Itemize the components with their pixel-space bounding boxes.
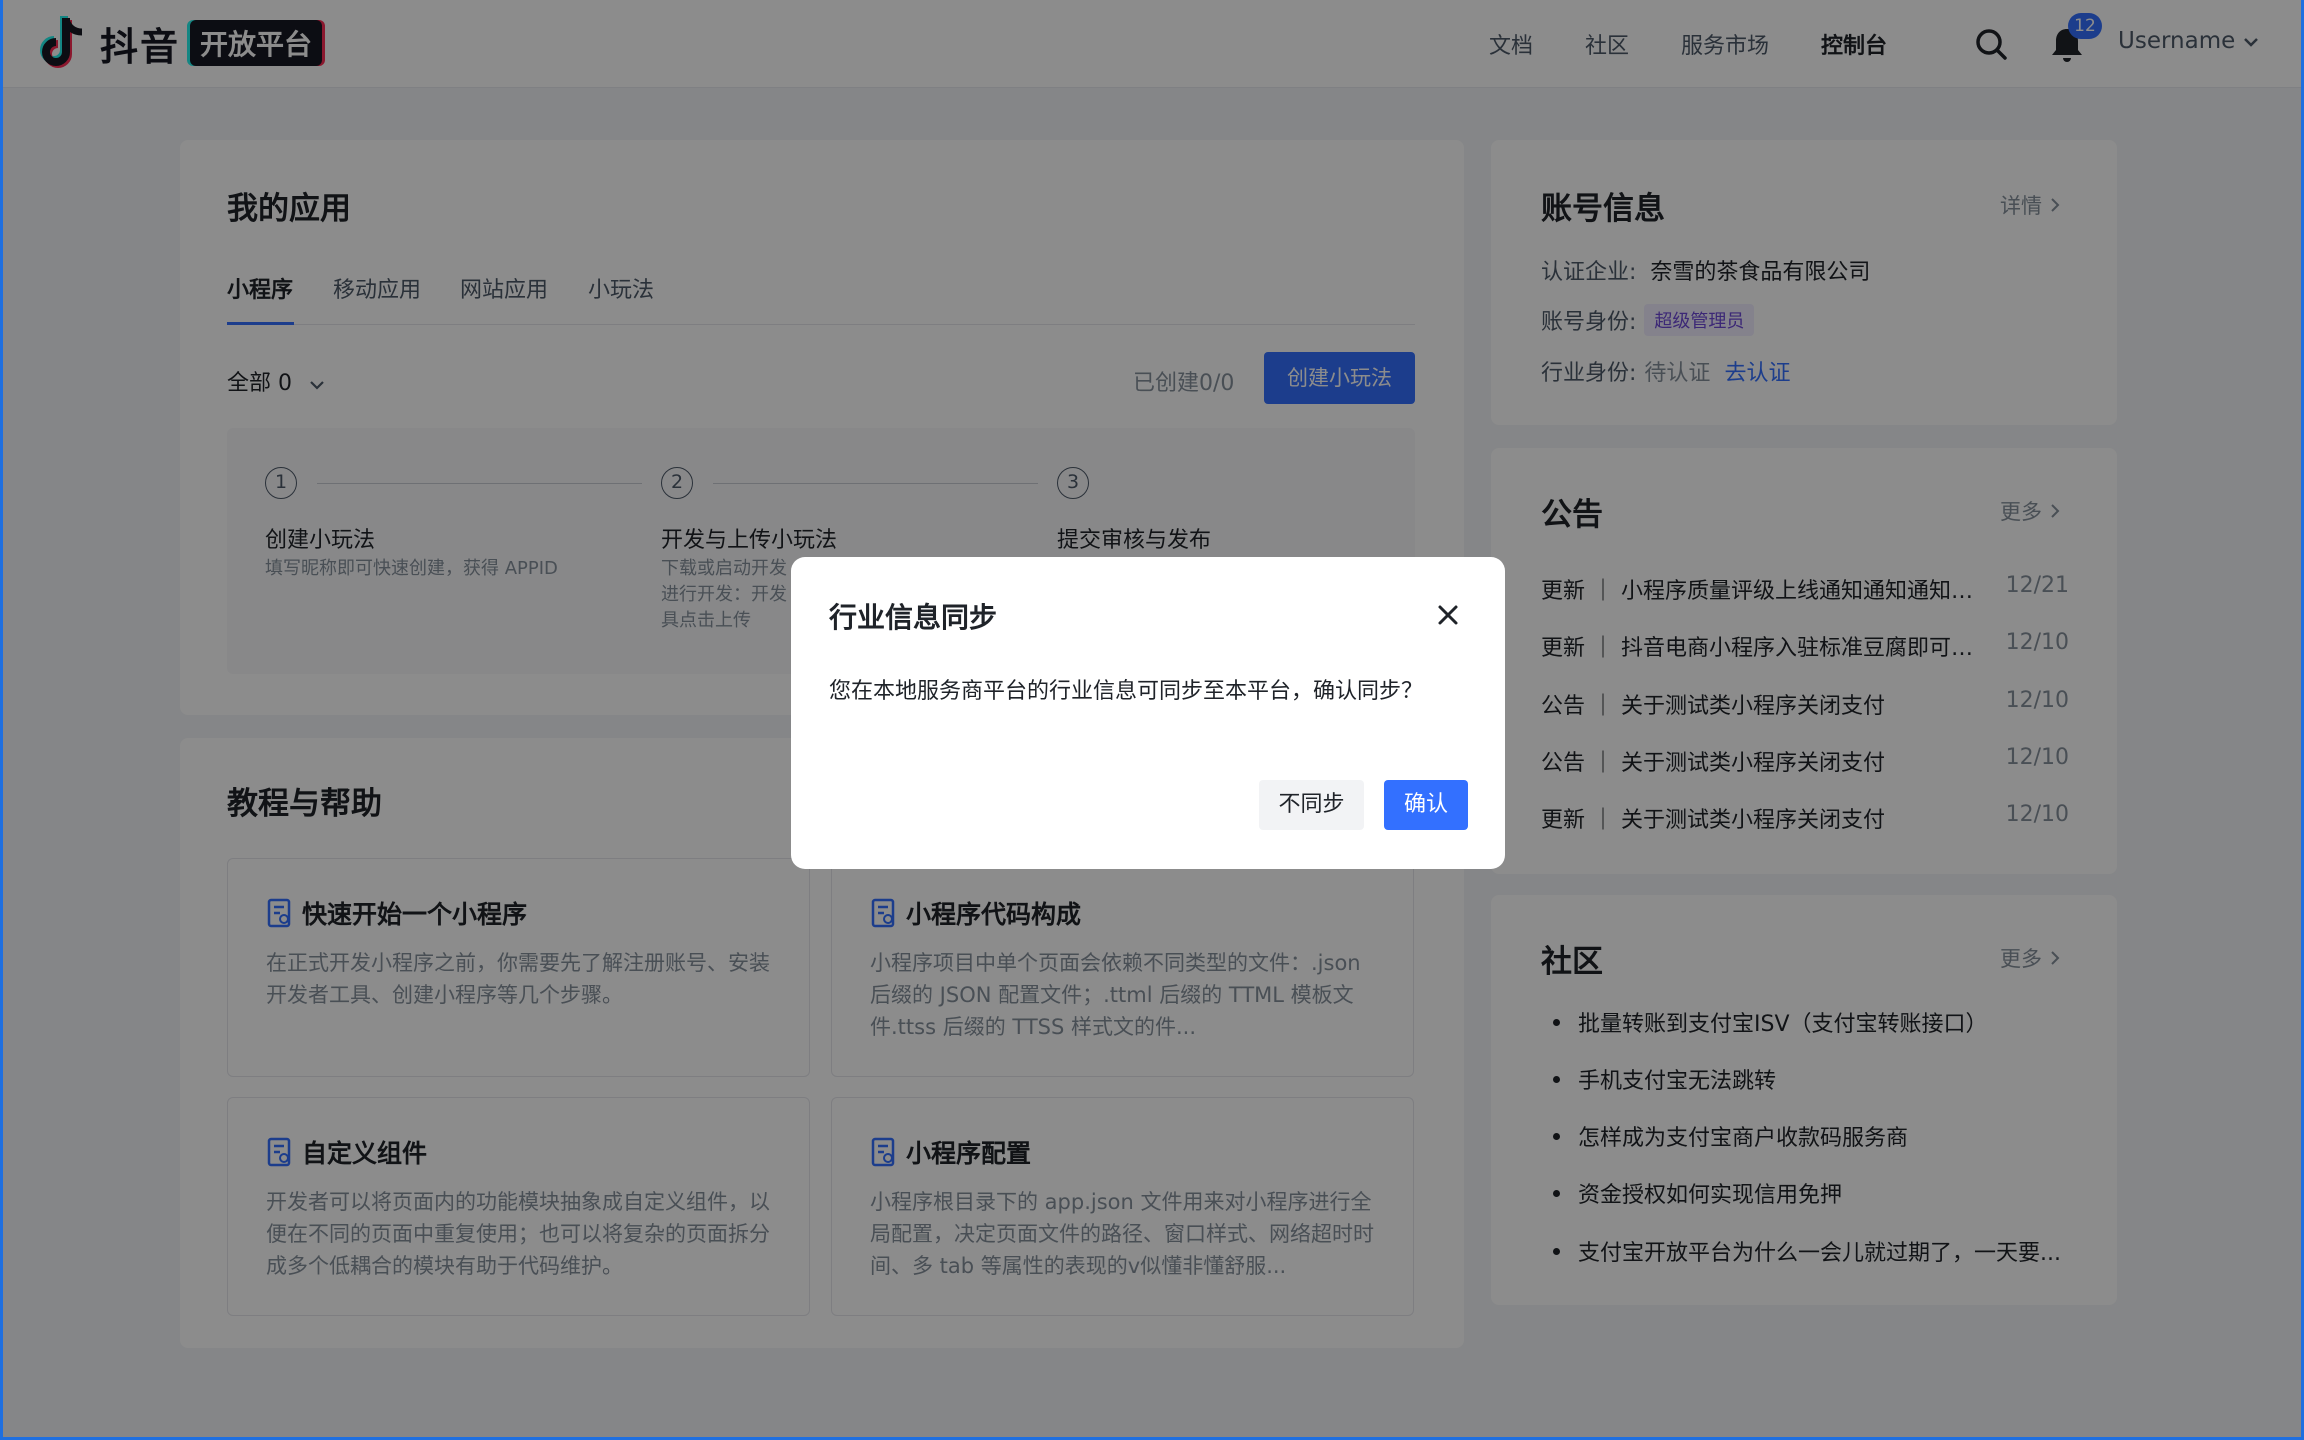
window-frame <box>0 0 2304 1440</box>
